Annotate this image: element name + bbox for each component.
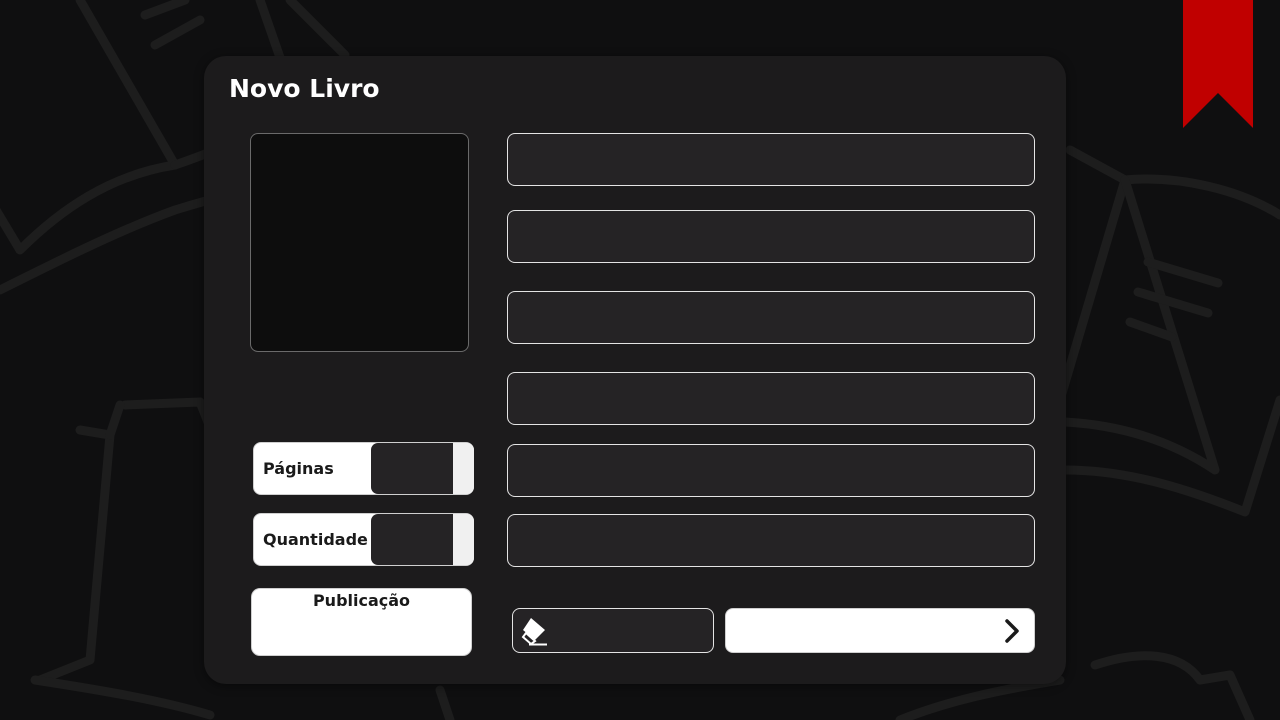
book-field-5[interactable] [507,444,1035,497]
book-cover-upload[interactable] [250,133,469,352]
quantity-input[interactable] [371,514,453,565]
eraser-icon [521,618,547,646]
next-button[interactable] [725,608,1035,653]
pages-label: Páginas [263,459,334,478]
pages-stepper: Páginas [253,442,474,495]
pages-input[interactable] [371,443,453,494]
publication-date-field[interactable]: Publicação [251,588,472,656]
quantity-spin-buttons[interactable] [453,514,474,565]
publication-label: Publicação [312,591,411,610]
book-field-3[interactable] [507,291,1035,344]
page-title: Novo Livro [229,74,380,103]
book-field-4[interactable] [507,372,1035,425]
book-field-1[interactable] [507,133,1035,186]
book-field-2[interactable] [507,210,1035,263]
clear-button[interactable] [512,608,714,653]
quantity-label: Quantidade [263,530,368,549]
new-book-form: Novo Livro Páginas Quantidade Publicação [204,56,1066,684]
book-field-6[interactable] [507,514,1035,567]
bookmark-ribbon [1183,0,1253,128]
chevron-right-icon [1005,619,1019,643]
quantity-stepper: Quantidade [253,513,474,566]
pages-spin-buttons[interactable] [453,443,474,494]
